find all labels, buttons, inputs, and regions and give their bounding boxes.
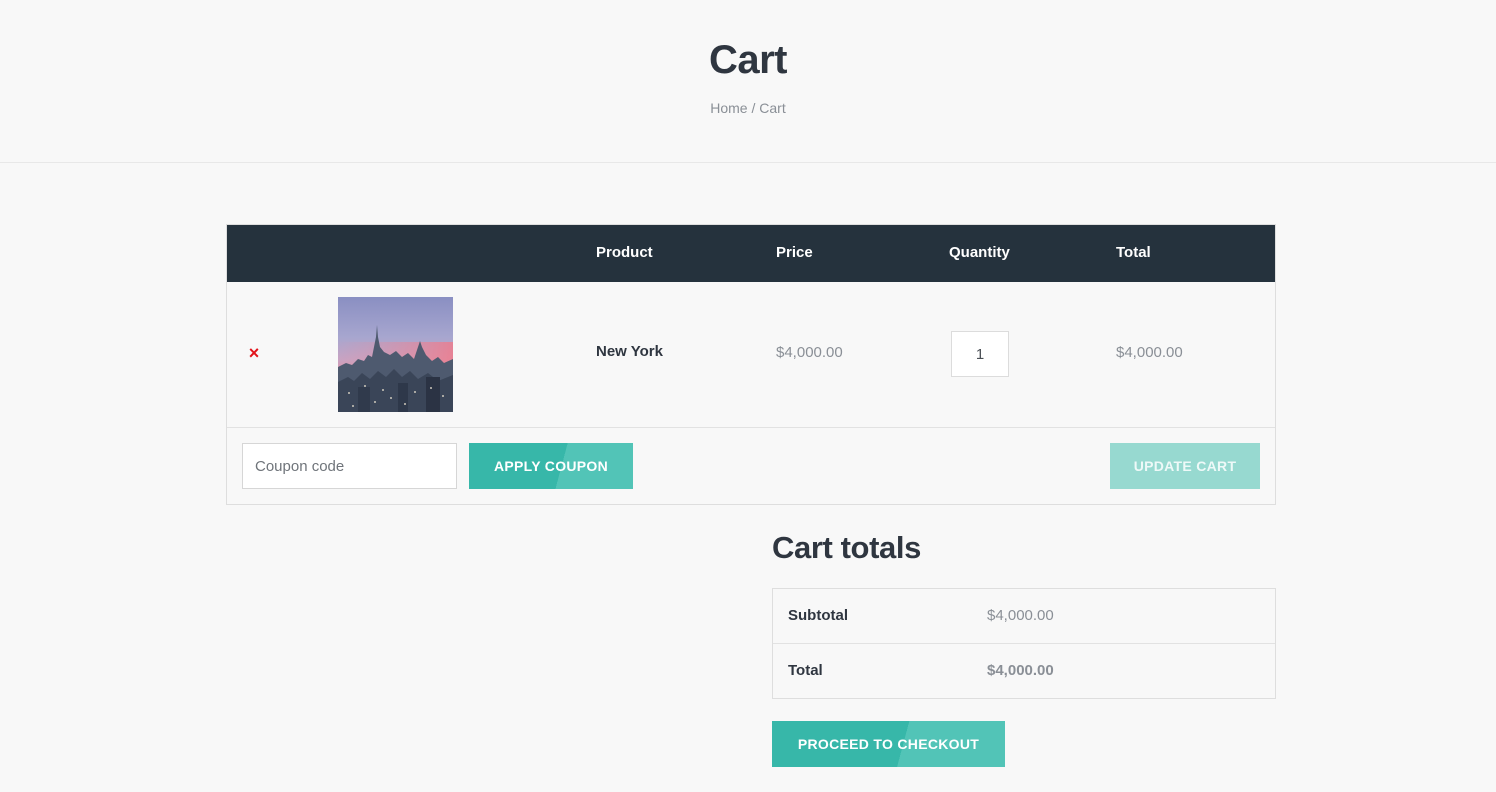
product-name-link[interactable]: New York: [596, 343, 663, 360]
update-cart-button[interactable]: UPDATE CART: [1110, 443, 1260, 489]
breadcrumb-separator: /: [747, 100, 760, 116]
column-header-total: Total: [1116, 244, 1151, 261]
subtotal-value: $4,000.00: [987, 607, 1054, 624]
column-header-price: Price: [776, 244, 813, 261]
breadcrumb-home-link[interactable]: Home: [710, 100, 747, 116]
cart-table-header: Product Price Quantity Total: [227, 225, 1275, 282]
cart-table: Product Price Quantity Total × New York …: [226, 224, 1276, 505]
remove-item-icon[interactable]: ×: [245, 344, 263, 362]
page-header: Cart Home / Cart: [0, 0, 1496, 163]
total-row: Total $4,000.00: [773, 644, 1275, 699]
coupon-code-input[interactable]: [242, 443, 457, 489]
new-york-skyline-image: [338, 297, 453, 412]
subtotal-row: Subtotal $4,000.00: [773, 589, 1275, 644]
subtotal-label: Subtotal: [788, 607, 848, 624]
quantity-input[interactable]: [951, 331, 1009, 377]
column-header-product: Product: [596, 244, 653, 261]
total-label: Total: [788, 662, 823, 679]
cart-totals-table: Subtotal $4,000.00 Total $4,000.00: [772, 588, 1276, 699]
apply-coupon-button[interactable]: APPLY COUPON: [469, 443, 633, 489]
cart-actions: APPLY COUPON UPDATE CART: [227, 428, 1275, 505]
page-title: Cart: [708, 38, 788, 82]
cart-totals-title: Cart totals: [772, 530, 921, 565]
product-price: $4,000.00: [776, 344, 843, 361]
product-line-total: $4,000.00: [1116, 344, 1183, 361]
product-thumbnail[interactable]: [338, 297, 453, 412]
total-value: $4,000.00: [987, 662, 1054, 679]
breadcrumb: Home / Cart: [0, 100, 1496, 116]
proceed-to-checkout-button[interactable]: PROCEED TO CHECKOUT: [772, 721, 1005, 767]
column-header-quantity: Quantity: [949, 244, 1010, 261]
cart-item-row: × New York $4,000.00 1 $4,000.00: [227, 282, 1275, 428]
breadcrumb-current: Cart: [759, 100, 786, 116]
